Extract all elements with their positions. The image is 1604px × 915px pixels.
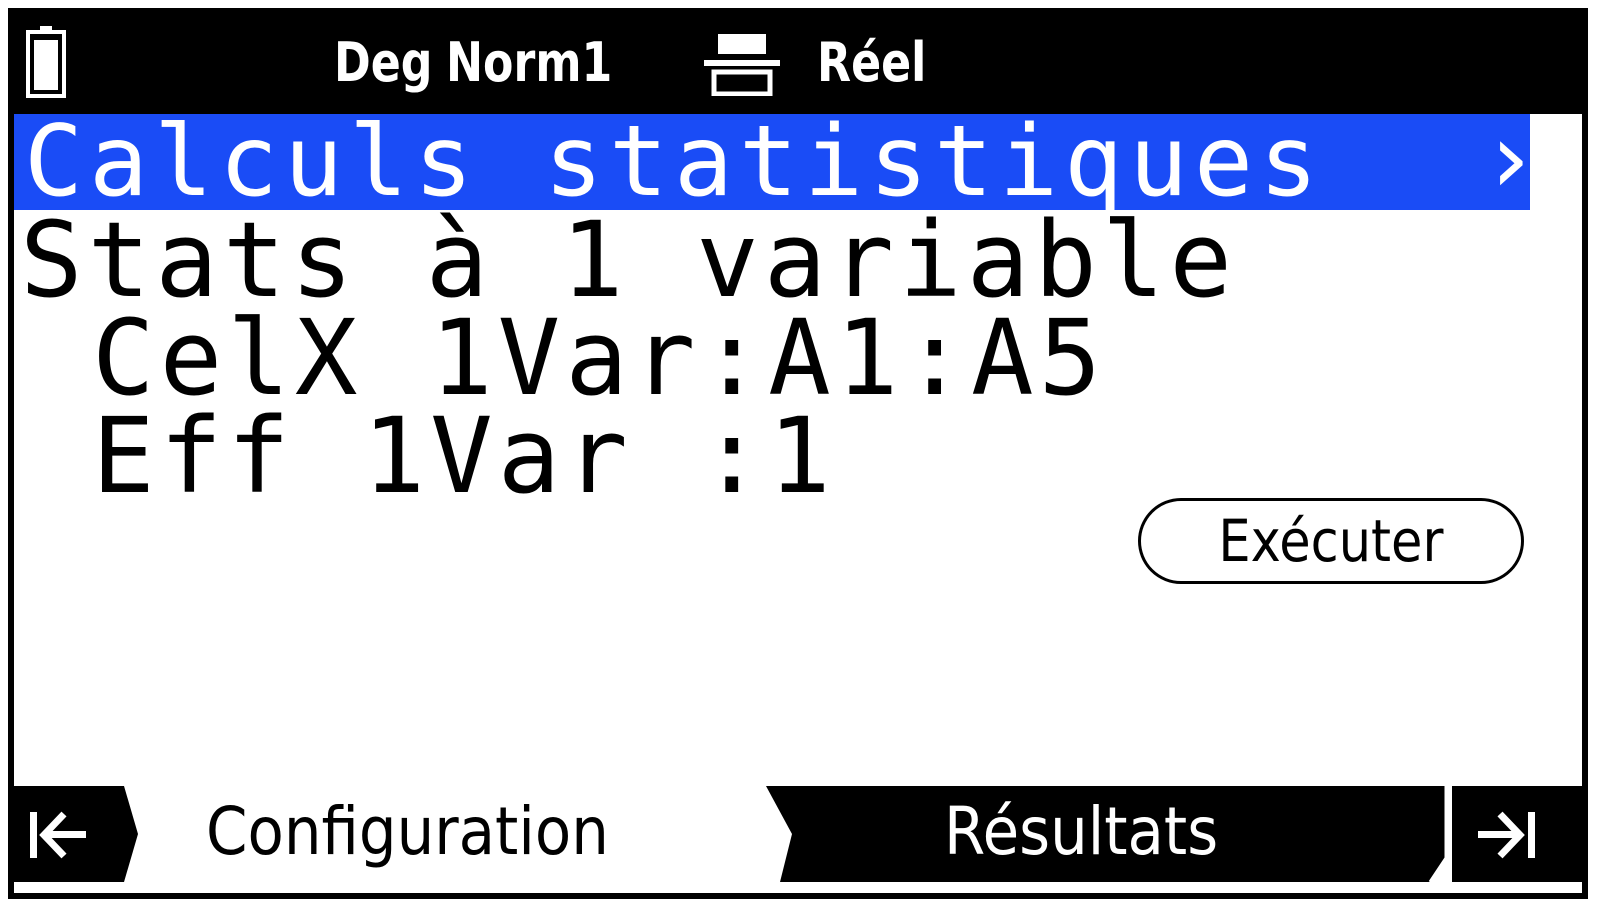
number-mode: Réel [817, 31, 927, 94]
title-bar[interactable]: Calculs statistiques › [14, 105, 1539, 219]
display-format: Norm1 [446, 31, 613, 94]
list-item-cell-range[interactable]: CelX 1Var:A1:A5 [92, 306, 1106, 410]
printer-icon [704, 34, 780, 96]
nav-first-icon[interactable] [24, 800, 94, 870]
list-item-stats-type[interactable]: Stats à 1 variable [20, 208, 1237, 312]
tab-bar: Configuration Résultats [14, 786, 1582, 893]
execute-button-label: Exécuter [1218, 507, 1444, 575]
angle-mode: Deg [334, 31, 433, 94]
status-bar: Deg Norm1 Réel [14, 14, 1582, 114]
list-item-frequency[interactable]: Eff 1Var :1 [92, 404, 836, 508]
battery-icon [26, 26, 66, 98]
calculator-screen: Deg Norm1 Réel Calculs statistiques › St… [8, 8, 1588, 899]
execute-button[interactable]: Exécuter [1138, 498, 1524, 584]
tab-configuration[interactable]: Configuration [206, 786, 609, 882]
chevron-right-icon: › [1480, 102, 1540, 216]
nav-last-icon[interactable] [1472, 800, 1542, 870]
page-title: Calculs statistiques [24, 105, 1325, 219]
tab-results[interactable]: Résultats [944, 786, 1218, 882]
